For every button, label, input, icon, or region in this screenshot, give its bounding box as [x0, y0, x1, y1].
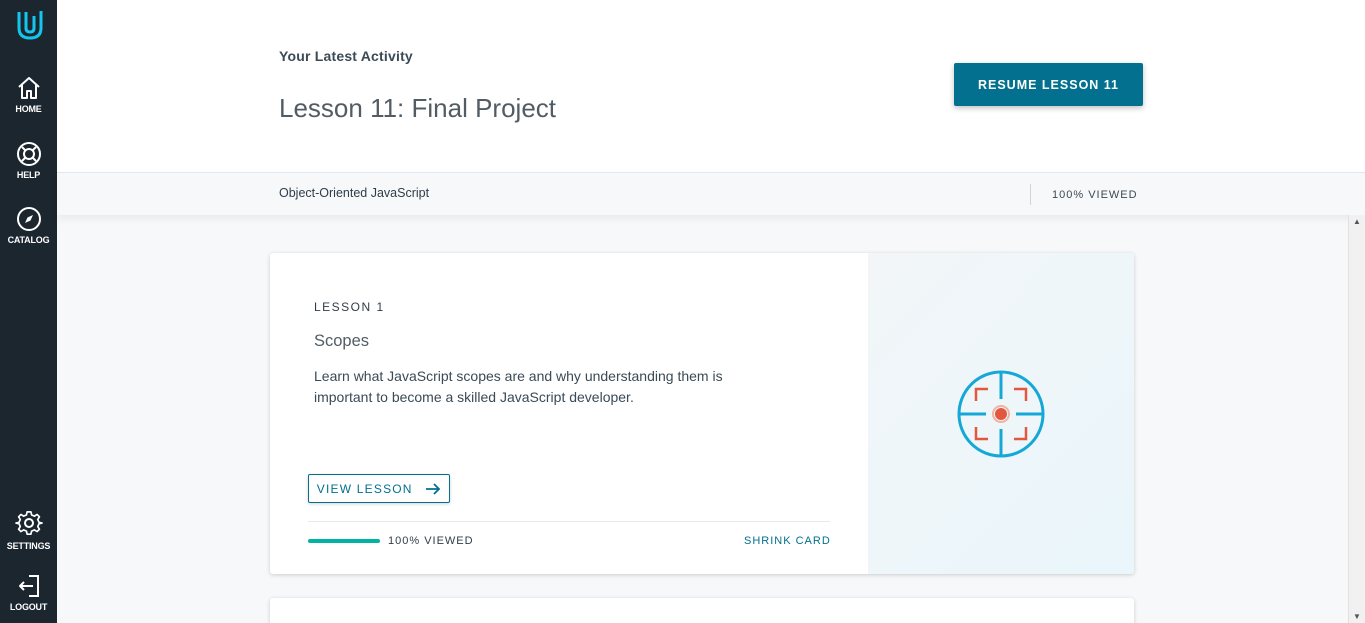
lesson-progress-text: 100% VIEWED — [388, 535, 474, 547]
view-lesson-label: VIEW LESSON — [316, 481, 413, 496]
lesson-description: Learn what JavaScript scopes are and why… — [314, 368, 723, 405]
divider — [308, 521, 830, 522]
sidebar-item-help[interactable]: HELP — [0, 141, 57, 180]
latest-activity-header: Your Latest Activity Lesson 11: Final Pr… — [57, 0, 1365, 172]
sidebar-item-label: HELP — [16, 170, 41, 180]
sidebar-item-catalog[interactable]: CATALOG — [0, 206, 57, 245]
lesson-card — [270, 598, 1134, 623]
resume-lesson-button[interactable]: RESUME LESSON 11 — [954, 63, 1143, 106]
course-bar: Object-Oriented JavaScript 100% VIEWED — [57, 172, 1365, 215]
sidebar-item-logout[interactable]: LOGOUT — [0, 573, 57, 612]
lesson-number: LESSON 1 — [314, 300, 385, 314]
lesson-image — [868, 253, 1134, 574]
scroll-up-icon[interactable]: ▲ — [1353, 217, 1361, 226]
sidebar-item-home[interactable]: HOME — [0, 75, 57, 114]
sidebar-item-label: HOME — [15, 104, 42, 114]
shrink-card-link[interactable]: SHRINK CARD — [744, 535, 831, 547]
lesson-title: Scopes — [314, 332, 370, 350]
page-title: Lesson 11: Final Project — [279, 93, 556, 123]
sidebar-item-label: CATALOG — [7, 235, 50, 245]
sidebar-item-settings[interactable]: SETTINGS — [0, 510, 57, 551]
lesson-card: LESSON 1 Scopes Learn what JavaScript sc… — [270, 253, 1134, 574]
logout-icon — [18, 575, 39, 597]
progress-fill — [308, 539, 380, 543]
view-lesson-button[interactable]: VIEW LESSON — [308, 474, 450, 503]
divider — [1030, 184, 1031, 205]
lesson-progress-bar — [308, 539, 380, 543]
arrow-right-icon — [426, 483, 441, 495]
course-name: Object-Oriented JavaScript — [279, 186, 430, 200]
home-icon — [17, 77, 40, 99]
activity-label: Your Latest Activity — [279, 48, 413, 64]
sidebar-item-label: SETTINGS — [6, 541, 51, 551]
course-viewed-status: 100% VIEWED — [1052, 189, 1138, 201]
scroll-down-icon[interactable]: ▼ — [1353, 612, 1361, 621]
sidebar-item-label: LOGOUT — [9, 602, 48, 612]
sidebar: HOME HELP CATALOG SETTINGS LOGOUT — [0, 0, 57, 623]
compass-icon — [16, 207, 41, 231]
target-icon — [957, 370, 1045, 458]
gear-icon — [14, 511, 43, 536]
scrollbar[interactable]: ▲ ▼ — [1348, 215, 1365, 623]
udacity-logo[interactable] — [14, 8, 46, 42]
lifebuoy-icon — [16, 142, 41, 166]
